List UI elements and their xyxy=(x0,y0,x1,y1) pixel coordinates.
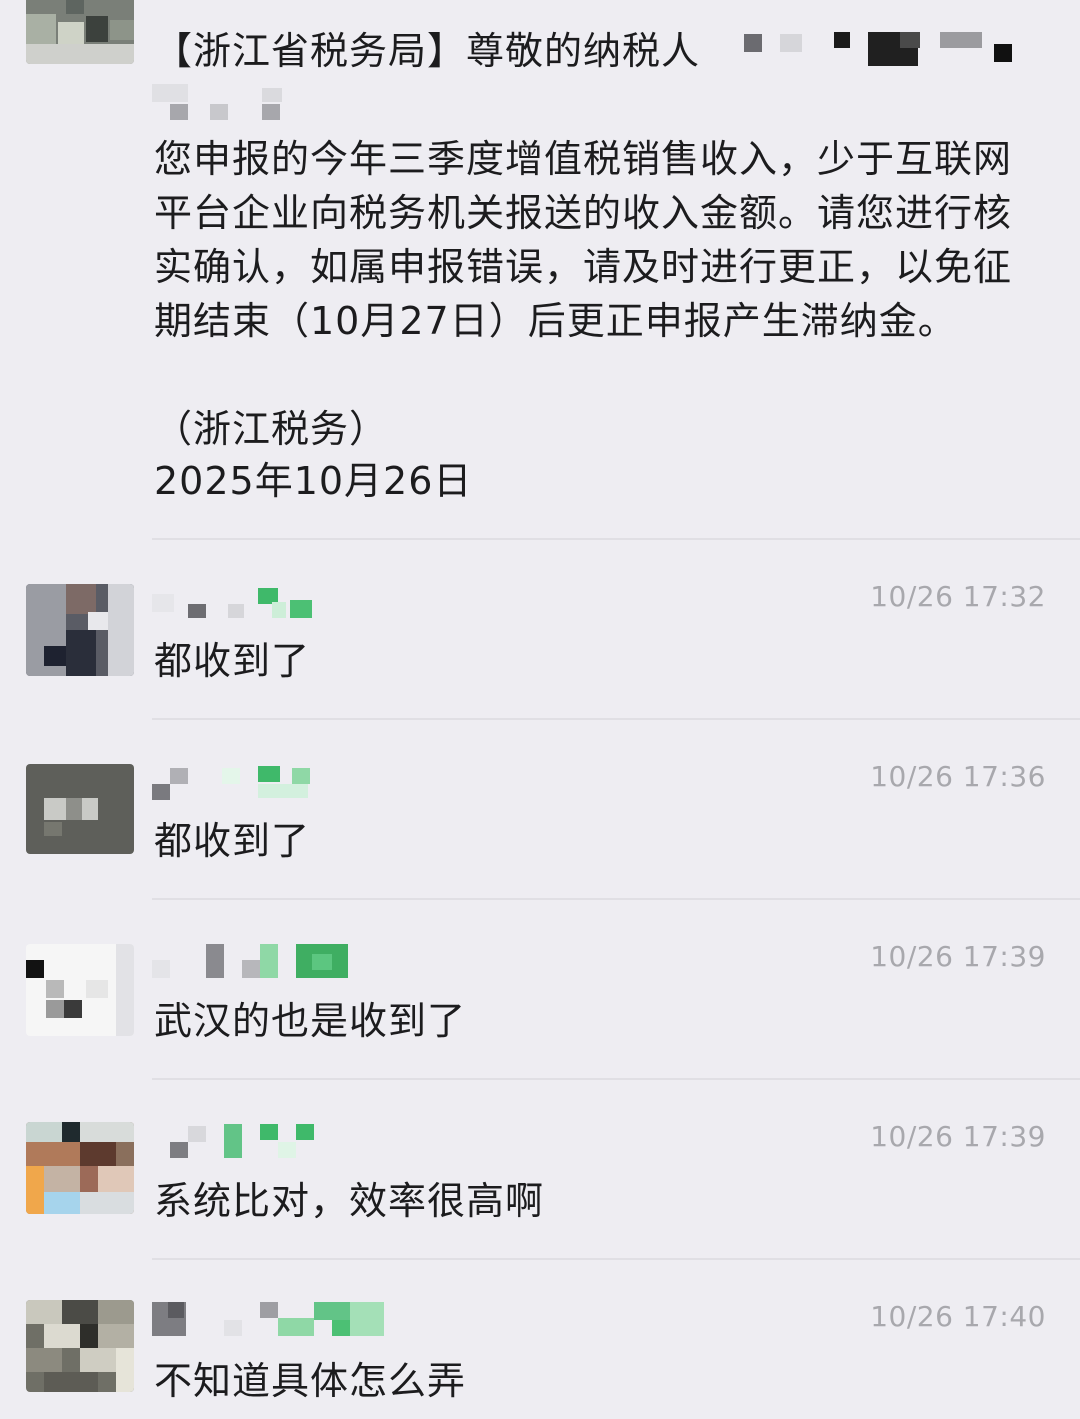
sender-name-redacted xyxy=(152,1124,392,1158)
message-signature: （浙江税务） xyxy=(154,407,389,451)
message-time: 10/26 17:36 xyxy=(870,760,1046,793)
chat-message: 10/26 17:40 不知道具体怎么弄 xyxy=(0,1260,1080,1419)
sender-name-redacted xyxy=(152,0,392,14)
sender-name-redacted xyxy=(152,766,392,800)
message-time: 10/26 17:39 xyxy=(870,940,1046,973)
avatar[interactable] xyxy=(26,764,134,854)
message-time: 10/26 17:39 xyxy=(870,1120,1046,1153)
message-date: 2025年10月26日 xyxy=(154,459,473,503)
redacted-line xyxy=(152,84,292,124)
chat-message: 10/26 17:39 系统比对，效率很高啊 xyxy=(0,1080,1080,1260)
chat-message-list: 【浙江省税务局】尊敬的纳税人 您申报的今年三季度增值税销售收入，少于互联网平台企… xyxy=(0,0,1080,1419)
message-text: 都收到了 xyxy=(154,819,311,863)
sender-name-redacted xyxy=(152,944,392,978)
message-text: 武汉的也是收到了 xyxy=(154,999,467,1043)
avatar[interactable] xyxy=(26,1300,134,1392)
sender-name-redacted xyxy=(152,588,392,622)
avatar[interactable] xyxy=(26,1122,134,1214)
chat-message: 10/26 17:39 武汉的也是收到了 xyxy=(0,900,1080,1080)
message-title: 【浙江省税务局】尊敬的纳税人 xyxy=(154,29,701,73)
phone-number-redacted xyxy=(740,30,1020,70)
avatar[interactable] xyxy=(26,584,134,676)
message-text: 都收到了 xyxy=(154,639,311,683)
message-time: 10/26 17:32 xyxy=(870,580,1046,613)
chat-message: 【浙江省税务局】尊敬的纳税人 您申报的今年三季度增值税销售收入，少于互联网平台企… xyxy=(0,0,1080,540)
message-text: 系统比对，效率很高啊 xyxy=(154,1179,545,1223)
avatar[interactable] xyxy=(26,0,134,64)
message-time: 10/26 17:40 xyxy=(870,1300,1046,1333)
avatar[interactable] xyxy=(26,944,134,1036)
message-body: 您申报的今年三季度增值税销售收入，少于互联网平台企业向税务机关报送的收入金额。请… xyxy=(154,137,1013,343)
chat-message: 10/26 17:32 都收到了 xyxy=(0,540,1080,720)
chat-message: 10/26 17:36 都收到了 xyxy=(0,720,1080,900)
sender-name-redacted xyxy=(152,1302,392,1336)
message-text: 不知道具体怎么弄 xyxy=(154,1359,467,1403)
